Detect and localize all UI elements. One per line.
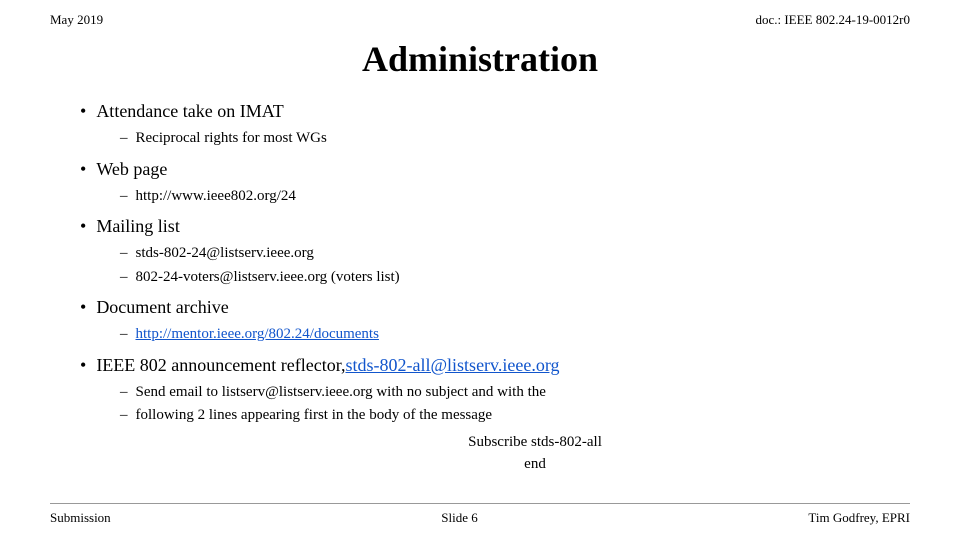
sub-text: Reciprocal rights for most WGs [136, 127, 327, 150]
bullet-dot: • [80, 156, 86, 183]
list-item: • Mailing list – stds-802-24@listserv.ie… [80, 213, 910, 288]
list-item: – http://www.ieee802.org/24 [80, 185, 910, 208]
list-item: – Send email to listserv@listserv.ieee.o… [80, 381, 910, 404]
sub-text: http://www.ieee802.org/24 [136, 185, 296, 208]
footer-right: Tim Godfrey, EPRI [808, 510, 910, 526]
dash-icon: – [120, 381, 128, 404]
sub-text: stds-802-24@listserv.ieee.org [136, 242, 314, 265]
slide: May 2019 doc.: IEEE 802.24-19-0012r0 Adm… [0, 0, 960, 540]
bullet-text: Document archive [96, 294, 228, 321]
bullet-text: Mailing list [96, 213, 180, 240]
dash-icon: – [120, 266, 128, 289]
list-item: – 802-24-voters@listserv.ieee.org (voter… [80, 266, 910, 289]
header-doc: doc.: IEEE 802.24-19-0012r0 [755, 12, 910, 28]
list-item: • Document archive – http://mentor.ieee.… [80, 294, 910, 346]
list-item: – http://mentor.ieee.org/802.24/document… [80, 323, 910, 346]
sub-text: 802-24-voters@listserv.ieee.org (voters … [136, 266, 400, 289]
document-archive-link[interactable]: http://mentor.ieee.org/802.24/documents [136, 323, 379, 346]
dash-icon: – [120, 185, 128, 208]
list-item: • Attendance take on IMAT – Reciprocal r… [80, 98, 910, 150]
list-item: • IEEE 802 announcement reflector, stds-… [80, 352, 910, 427]
footer-center: Slide 6 [441, 510, 477, 526]
bullet-dot: • [80, 213, 86, 240]
sub-text: Send email to listserv@listserv.ieee.org… [136, 381, 546, 404]
bullet-text: Attendance take on IMAT [96, 98, 283, 125]
list-item: • Web page – http://www.ieee802.org/24 [80, 156, 910, 208]
subscribe-block: Subscribe stds-802-all end [160, 431, 910, 476]
content-area: • Attendance take on IMAT – Reciprocal r… [50, 98, 910, 476]
header: May 2019 doc.: IEEE 802.24-19-0012r0 [50, 0, 910, 28]
bullet-dot: • [80, 98, 86, 125]
footer-left: Submission [50, 510, 111, 526]
sub-text: following 2 lines appearing first in the… [136, 404, 493, 427]
page-title: Administration [50, 38, 910, 80]
list-item: – stds-802-24@listserv.ieee.org [80, 242, 910, 265]
dash-icon: – [120, 404, 128, 427]
list-item: – following 2 lines appearing first in t… [80, 404, 910, 427]
dash-icon: – [120, 127, 128, 150]
footer: Submission Slide 6 Tim Godfrey, EPRI [50, 503, 910, 526]
dash-icon: – [120, 323, 128, 346]
bullet-text: Web page [96, 156, 167, 183]
header-date: May 2019 [50, 12, 103, 28]
bullet-dot: • [80, 294, 86, 321]
dash-icon: – [120, 242, 128, 265]
list-item: – Reciprocal rights for most WGs [80, 127, 910, 150]
subscribe-line1: Subscribe stds-802-all [160, 431, 910, 454]
subscribe-line2: end [160, 453, 910, 476]
bullet-text-prefix: IEEE 802 announcement reflector, [96, 352, 345, 379]
email-link[interactable]: stds-802-all@listserv.ieee.org [345, 352, 559, 379]
bullet-dot: • [80, 352, 86, 379]
